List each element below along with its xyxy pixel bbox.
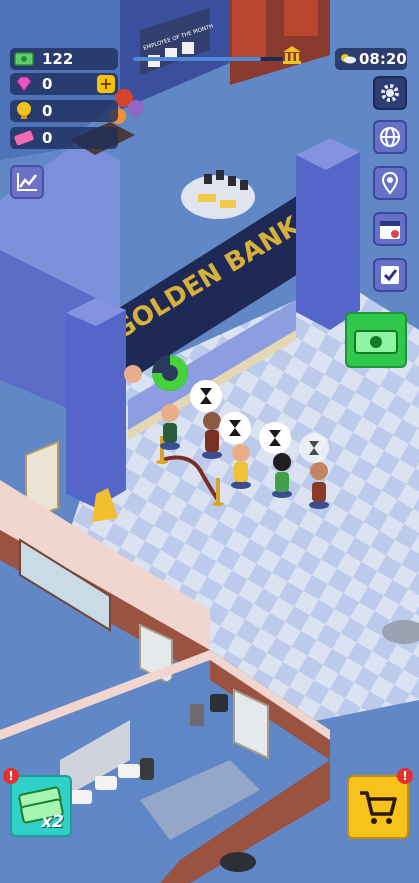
- stats-button[interactable]: [10, 165, 44, 199]
- cash-value: 122: [42, 50, 74, 68]
- clock-time: 08:20: [359, 50, 407, 68]
- game-viewport[interactable]: EMPLOYEE OF THE MONTH GOLDEN BANK 122 0 …: [0, 0, 419, 883]
- level-progress-fill: [133, 57, 261, 61]
- level-progress-bar: [133, 57, 283, 61]
- cash-counter: 122: [10, 48, 118, 70]
- add-gems-button[interactable]: +: [97, 75, 115, 93]
- chart-icon: [17, 173, 37, 191]
- map-pin-icon: [381, 171, 399, 195]
- customer-3[interactable]: [231, 444, 251, 489]
- gems-value: 0: [42, 75, 53, 93]
- gems-counter: 0 +: [10, 73, 118, 95]
- gem-icon: [10, 73, 38, 95]
- shop-alert-badge: !: [397, 768, 413, 784]
- calendar-icon: [380, 221, 400, 239]
- globe-icon: [380, 127, 400, 147]
- sun-cloud-icon: [335, 50, 359, 68]
- location-button[interactable]: [373, 166, 407, 200]
- pillar-right: [296, 138, 360, 330]
- collect-cash-button[interactable]: [345, 312, 407, 368]
- checkbox-icon: [381, 266, 399, 284]
- calendar-button[interactable]: [373, 212, 407, 246]
- shop-button[interactable]: [347, 775, 409, 839]
- waiting-icon: [219, 412, 251, 444]
- teller[interactable]: [124, 365, 142, 383]
- double-income-button[interactable]: x2: [10, 775, 72, 837]
- waiting-icon: [190, 380, 222, 412]
- boost-alert-badge: !: [3, 768, 19, 784]
- bank-icon[interactable]: [282, 45, 302, 65]
- service-progress-ring: [152, 355, 188, 391]
- double-income-label: x2: [41, 812, 64, 832]
- game-clock: 08:20: [335, 48, 407, 70]
- world-map-button[interactable]: [373, 120, 407, 154]
- settings-button[interactable]: [373, 76, 407, 110]
- ideas-value: 0: [42, 102, 53, 120]
- ideas-counter: 0: [10, 100, 118, 122]
- tickets-counter: 0: [10, 127, 118, 149]
- waiting-icon: [259, 422, 291, 454]
- shopping-cart-icon: [360, 791, 397, 824]
- money-stack-icon: [354, 330, 398, 354]
- cash-icon: [10, 48, 38, 70]
- tasks-button[interactable]: [373, 258, 407, 292]
- lightbulb-icon: [10, 100, 38, 122]
- pillar-left: [66, 298, 126, 508]
- ticket-icon: [10, 127, 38, 149]
- tickets-value: 0: [42, 129, 53, 147]
- waiting-icon: [299, 433, 329, 463]
- gear-icon: [381, 84, 399, 102]
